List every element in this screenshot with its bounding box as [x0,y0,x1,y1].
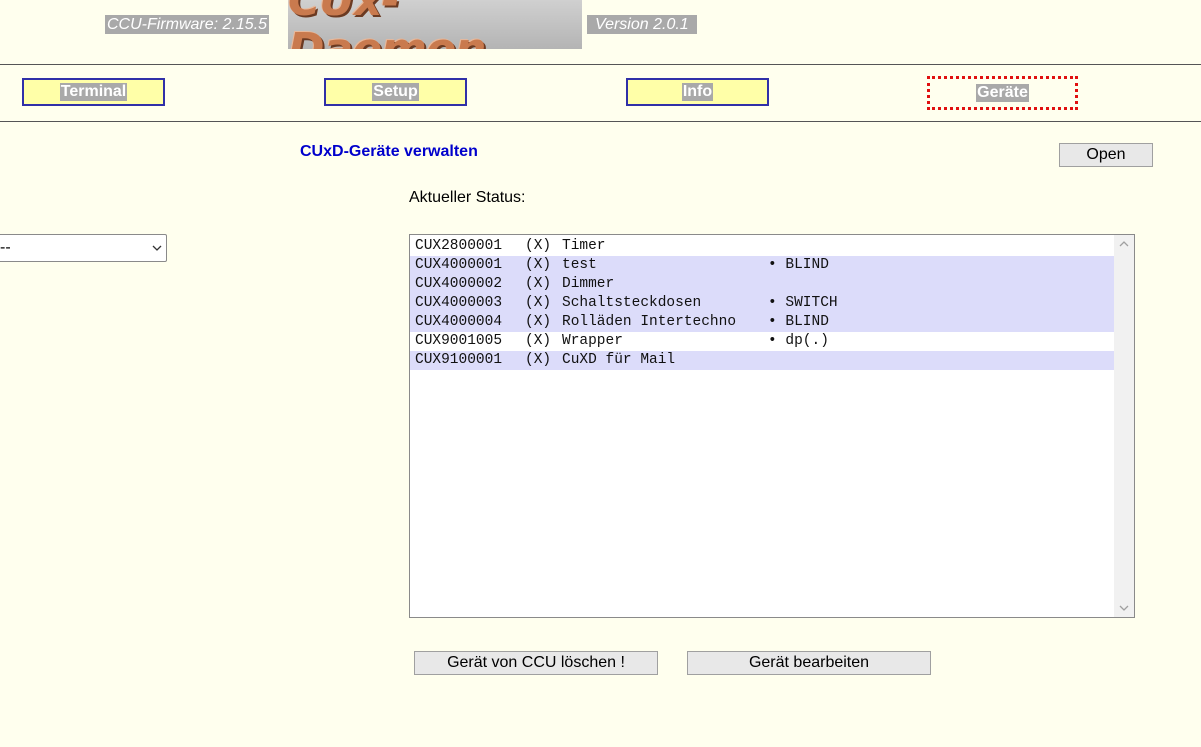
list-scrollbar[interactable] [1114,235,1134,617]
nav-info-button[interactable]: Info [626,78,769,106]
device-flag: (X) [525,257,552,273]
page-title: CUxD-Geräte verwalten [300,143,478,160]
nav-setup-label: Setup [372,83,419,101]
nav-setup-button[interactable]: Setup [324,78,467,106]
device-id: CUX9001005 [415,333,503,349]
chevron-up-icon[interactable] [1119,239,1129,249]
nav-info-label: Info [681,83,714,101]
version-label: Version 2.0.1 [587,15,697,34]
device-name: Schaltsteckdosen [562,295,702,311]
device-name: test [562,257,597,273]
device-listbox[interactable]: CUX2800001 (X) Timer CUX4000001 (X) test… [409,234,1135,618]
chevron-down-icon[interactable] [1119,603,1129,613]
device-type-select[interactable]: -- [0,234,167,262]
cux-daemon-logo: CUx-Daemon [288,0,582,49]
device-flag: (X) [525,276,552,292]
device-name: Dimmer [562,276,615,292]
edit-device-button[interactable]: Gerät bearbeiten [687,651,931,675]
device-type: • BLIND [768,257,829,273]
nav-terminal-label: Terminal [59,83,128,101]
device-id: CUX9100001 [415,352,503,368]
nav-geraete-button[interactable]: Geräte [927,76,1078,110]
chevron-down-icon [152,245,162,251]
delete-device-button[interactable]: Gerät von CCU löschen ! [414,651,658,675]
nav-terminal-button[interactable]: Terminal [22,78,165,106]
status-label: Aktueller Status: [409,189,526,206]
device-id: CUX2800001 [415,238,503,254]
device-flag: (X) [525,314,552,330]
device-name: Wrapper [562,333,623,349]
device-flag: (X) [525,238,552,254]
open-button[interactable]: Open [1059,143,1153,167]
device-flag: (X) [525,352,552,368]
device-id: CUX4000002 [415,276,503,292]
header: CCU-Firmware: 2.15.5 CUx-Daemon Version … [0,0,1201,64]
device-id: CUX4000001 [415,257,503,273]
list-item[interactable]: CUX2800001 (X) Timer [410,237,1114,256]
device-id: CUX4000004 [415,314,503,330]
device-name: CuXD für Mail [562,352,676,368]
nav-geraete-label: Geräte [976,84,1029,102]
list-item[interactable]: CUX4000002 (X) Dimmer [410,275,1114,294]
firmware-label: CCU-Firmware: 2.15.5 [105,15,270,34]
device-type: • dp(.) [768,333,829,349]
device-name: Timer [562,238,606,254]
select-value: -- [0,239,11,256]
list-item[interactable]: CUX9100001 (X) CuXD für Mail [410,351,1114,370]
device-list: CUX2800001 (X) Timer CUX4000001 (X) test… [410,237,1114,370]
device-name: Rolläden Intertechno [562,314,737,330]
device-id: CUX4000003 [415,295,503,311]
device-flag: (X) [525,295,552,311]
list-item[interactable]: CUX4000004 (X) Rolläden Intertechno • BL… [410,313,1114,332]
device-type: • BLIND [768,314,829,330]
nav-divider [0,121,1201,122]
top-divider [0,64,1201,65]
logo-text: CUx-Daemon [288,0,486,49]
device-type: • SWITCH [768,295,838,311]
list-item[interactable]: CUX4000001 (X) test • BLIND [410,256,1114,275]
device-flag: (X) [525,333,552,349]
list-item[interactable]: CUX9001005 (X) Wrapper • dp(.) [410,332,1114,351]
list-item[interactable]: CUX4000003 (X) Schaltsteckdosen • SWITCH [410,294,1114,313]
